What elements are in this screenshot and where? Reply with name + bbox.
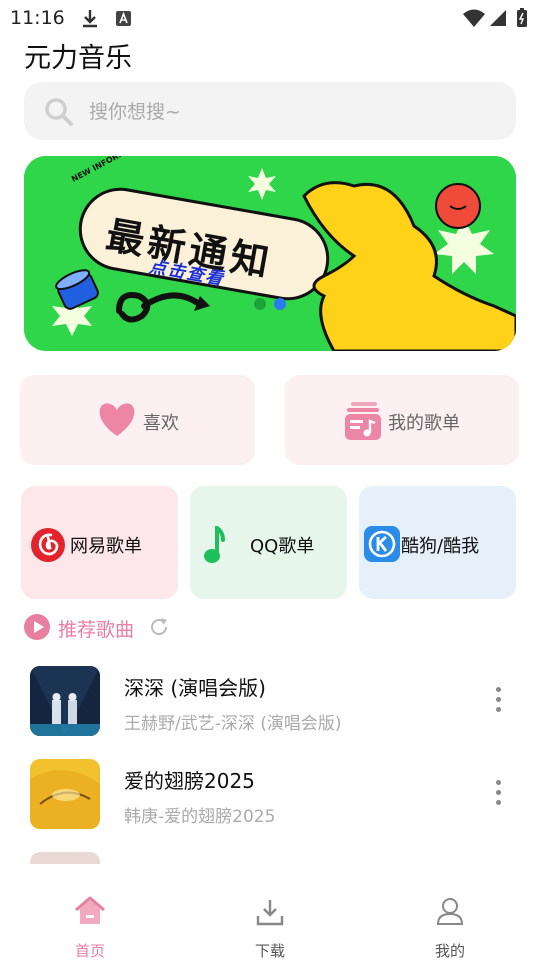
wifi-icon <box>463 9 485 27</box>
kugou-label: 酷狗/酷我 <box>401 536 480 557</box>
song-row[interactable]: 爱的翅膀2025 韩庚-爱的翅膀2025 <box>0 745 540 837</box>
search-bar[interactable] <box>24 82 516 142</box>
section-title: 推荐歌曲 <box>58 619 135 641</box>
home-icon <box>75 896 105 924</box>
song-row[interactable] <box>0 838 540 864</box>
song-subtitle: 韩庚-爱的翅膀2025 <box>124 807 276 827</box>
song-title: 深深 (演唱会版) <box>124 676 266 700</box>
album-cover <box>30 666 100 736</box>
favorites-card[interactable]: 喜欢 <box>20 375 255 465</box>
my-playlists-card[interactable]: 我的歌单 <box>285 375 519 465</box>
my-playlists-label: 我的歌单 <box>388 413 460 434</box>
app-title: 元力音乐 <box>24 43 132 74</box>
song-title: 爱的翅膀2025 <box>124 769 255 793</box>
bottom-navigation: 首页 下载 我的 <box>0 880 540 960</box>
qq-label: QQ歌单 <box>250 536 315 557</box>
album-cover <box>30 852 100 864</box>
favorites-label: 喜欢 <box>143 413 179 434</box>
song-row[interactable]: 深深 (演唱会版) 王赫野/武艺-深深 (演唱会版) <box>0 652 540 744</box>
text-status-icon <box>116 11 131 26</box>
play-circle-icon <box>24 614 50 640</box>
nav-home-label: 首页 <box>74 942 105 960</box>
user-icon <box>436 898 464 925</box>
netease-icon <box>31 528 65 562</box>
netease-label: 网易歌单 <box>70 536 142 557</box>
download-icon <box>256 900 284 926</box>
netease-playlist-card[interactable]: 网易歌单 <box>21 486 178 599</box>
signal-icon <box>490 10 506 26</box>
nav-download[interactable]: 下载 <box>240 880 300 960</box>
song-subtitle: 王赫野/武艺-深深 (演唱会版) <box>124 714 342 734</box>
qq-playlist-card[interactable]: QQ歌单 <box>190 486 347 599</box>
status-time: 11:16 <box>10 7 65 29</box>
refresh-icon[interactable] <box>148 616 170 638</box>
notice-banner[interactable]: NEW INFORMARTION 最新通知 点击查看 <box>24 156 516 351</box>
search-input[interactable] <box>87 82 491 142</box>
album-cover <box>30 759 100 829</box>
nav-mine[interactable]: 我的 <box>420 880 480 960</box>
more-options-icon[interactable] <box>488 684 508 718</box>
nav-mine-label: 我的 <box>434 942 465 960</box>
kugou-playlist-card[interactable]: 酷狗/酷我 <box>359 486 516 599</box>
heart-icon <box>99 403 135 436</box>
more-options-icon[interactable] <box>488 777 508 811</box>
nav-home[interactable]: 首页 <box>60 880 120 960</box>
nav-download-label: 下载 <box>254 942 285 960</box>
battery-icon <box>517 8 527 27</box>
status-bar: 11:16 <box>0 0 540 36</box>
playlist-icon <box>345 402 381 440</box>
qq-music-icon <box>204 526 225 563</box>
kugou-icon <box>364 526 400 562</box>
download-status-icon <box>83 10 97 28</box>
search-icon <box>45 98 73 126</box>
